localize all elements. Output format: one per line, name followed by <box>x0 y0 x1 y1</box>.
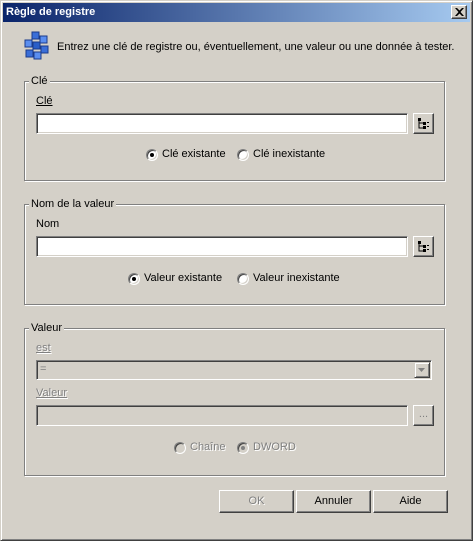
value-browse-button[interactable]: ... <box>413 405 434 426</box>
value-name-field-label-text: Nom <box>36 218 60 230</box>
key-exists-radio-circle[interactable] <box>146 149 158 161</box>
operator-label-text: est <box>36 342 51 354</box>
key-group-legend: Clé <box>29 75 50 87</box>
value-name-group-legend: Nom de la valeur <box>29 198 117 210</box>
key-input[interactable] <box>36 113 408 134</box>
tree-browse-icon <box>418 241 429 252</box>
string-type-radio-circle[interactable] <box>174 442 186 454</box>
browse-key-button[interactable] <box>413 113 434 134</box>
operator-dropdown-button[interactable] <box>414 362 430 378</box>
cancel-button[interactable]: Annuler <box>296 490 371 513</box>
ok-button[interactable]: OK <box>219 490 294 513</box>
browse-value-name-button[interactable] <box>413 236 434 257</box>
value-not-exists-radio-circle[interactable] <box>237 273 249 285</box>
chevron-down-icon <box>418 368 425 372</box>
key-exists-label: Clé existante <box>162 148 226 160</box>
value-name-input[interactable] <box>36 236 408 257</box>
registry-rule-dialog: Règle de registre Entrez une clé de regi… <box>0 0 473 541</box>
value-field-label-text: Valeur <box>36 387 67 399</box>
dword-type-label: DWORD <box>253 441 296 453</box>
value-exists-label: Valeur existante <box>144 272 223 284</box>
string-type-label: Chaîne <box>190 441 226 453</box>
instruction-text: Entrez une clé de registre ou, éventuell… <box>57 41 455 53</box>
operator-select[interactable]: = <box>36 360 432 380</box>
registry-blocks-icon <box>24 31 49 60</box>
operator-label: est <box>36 342 51 354</box>
dword-type-radio-circle[interactable] <box>237 442 249 454</box>
tree-browse-icon <box>418 118 429 129</box>
window-title: Règle de registre <box>6 6 96 18</box>
key-group: Clé Clé Clé existante Clé inexistante <box>24 75 445 181</box>
value-name-group: Nom de la valeur Nom Valeur existante Va… <box>24 198 445 305</box>
value-not-exists-label: Valeur inexistante <box>253 272 340 284</box>
value-exists-radio-circle[interactable] <box>128 273 140 285</box>
title-bar[interactable]: Règle de registre <box>3 3 470 22</box>
key-not-exists-label: Clé inexistante <box>253 148 326 160</box>
close-button[interactable] <box>451 5 467 19</box>
value-name-field-label: Nom <box>36 218 59 230</box>
key-not-exists-radio-circle[interactable] <box>237 149 249 161</box>
value-field-label: Valeur <box>36 387 67 399</box>
value-group-legend: Valeur <box>29 322 64 334</box>
close-icon <box>455 8 464 16</box>
operator-select-value: = <box>40 363 47 375</box>
value-data-input[interactable] <box>36 405 408 426</box>
key-field-label: Clé <box>36 95 53 107</box>
key-field-label-text: Clé <box>36 95 53 107</box>
value-group: Valeur est = Valeur ... Chaîne DWORD <box>24 322 445 476</box>
help-button[interactable]: Aide <box>373 490 448 513</box>
